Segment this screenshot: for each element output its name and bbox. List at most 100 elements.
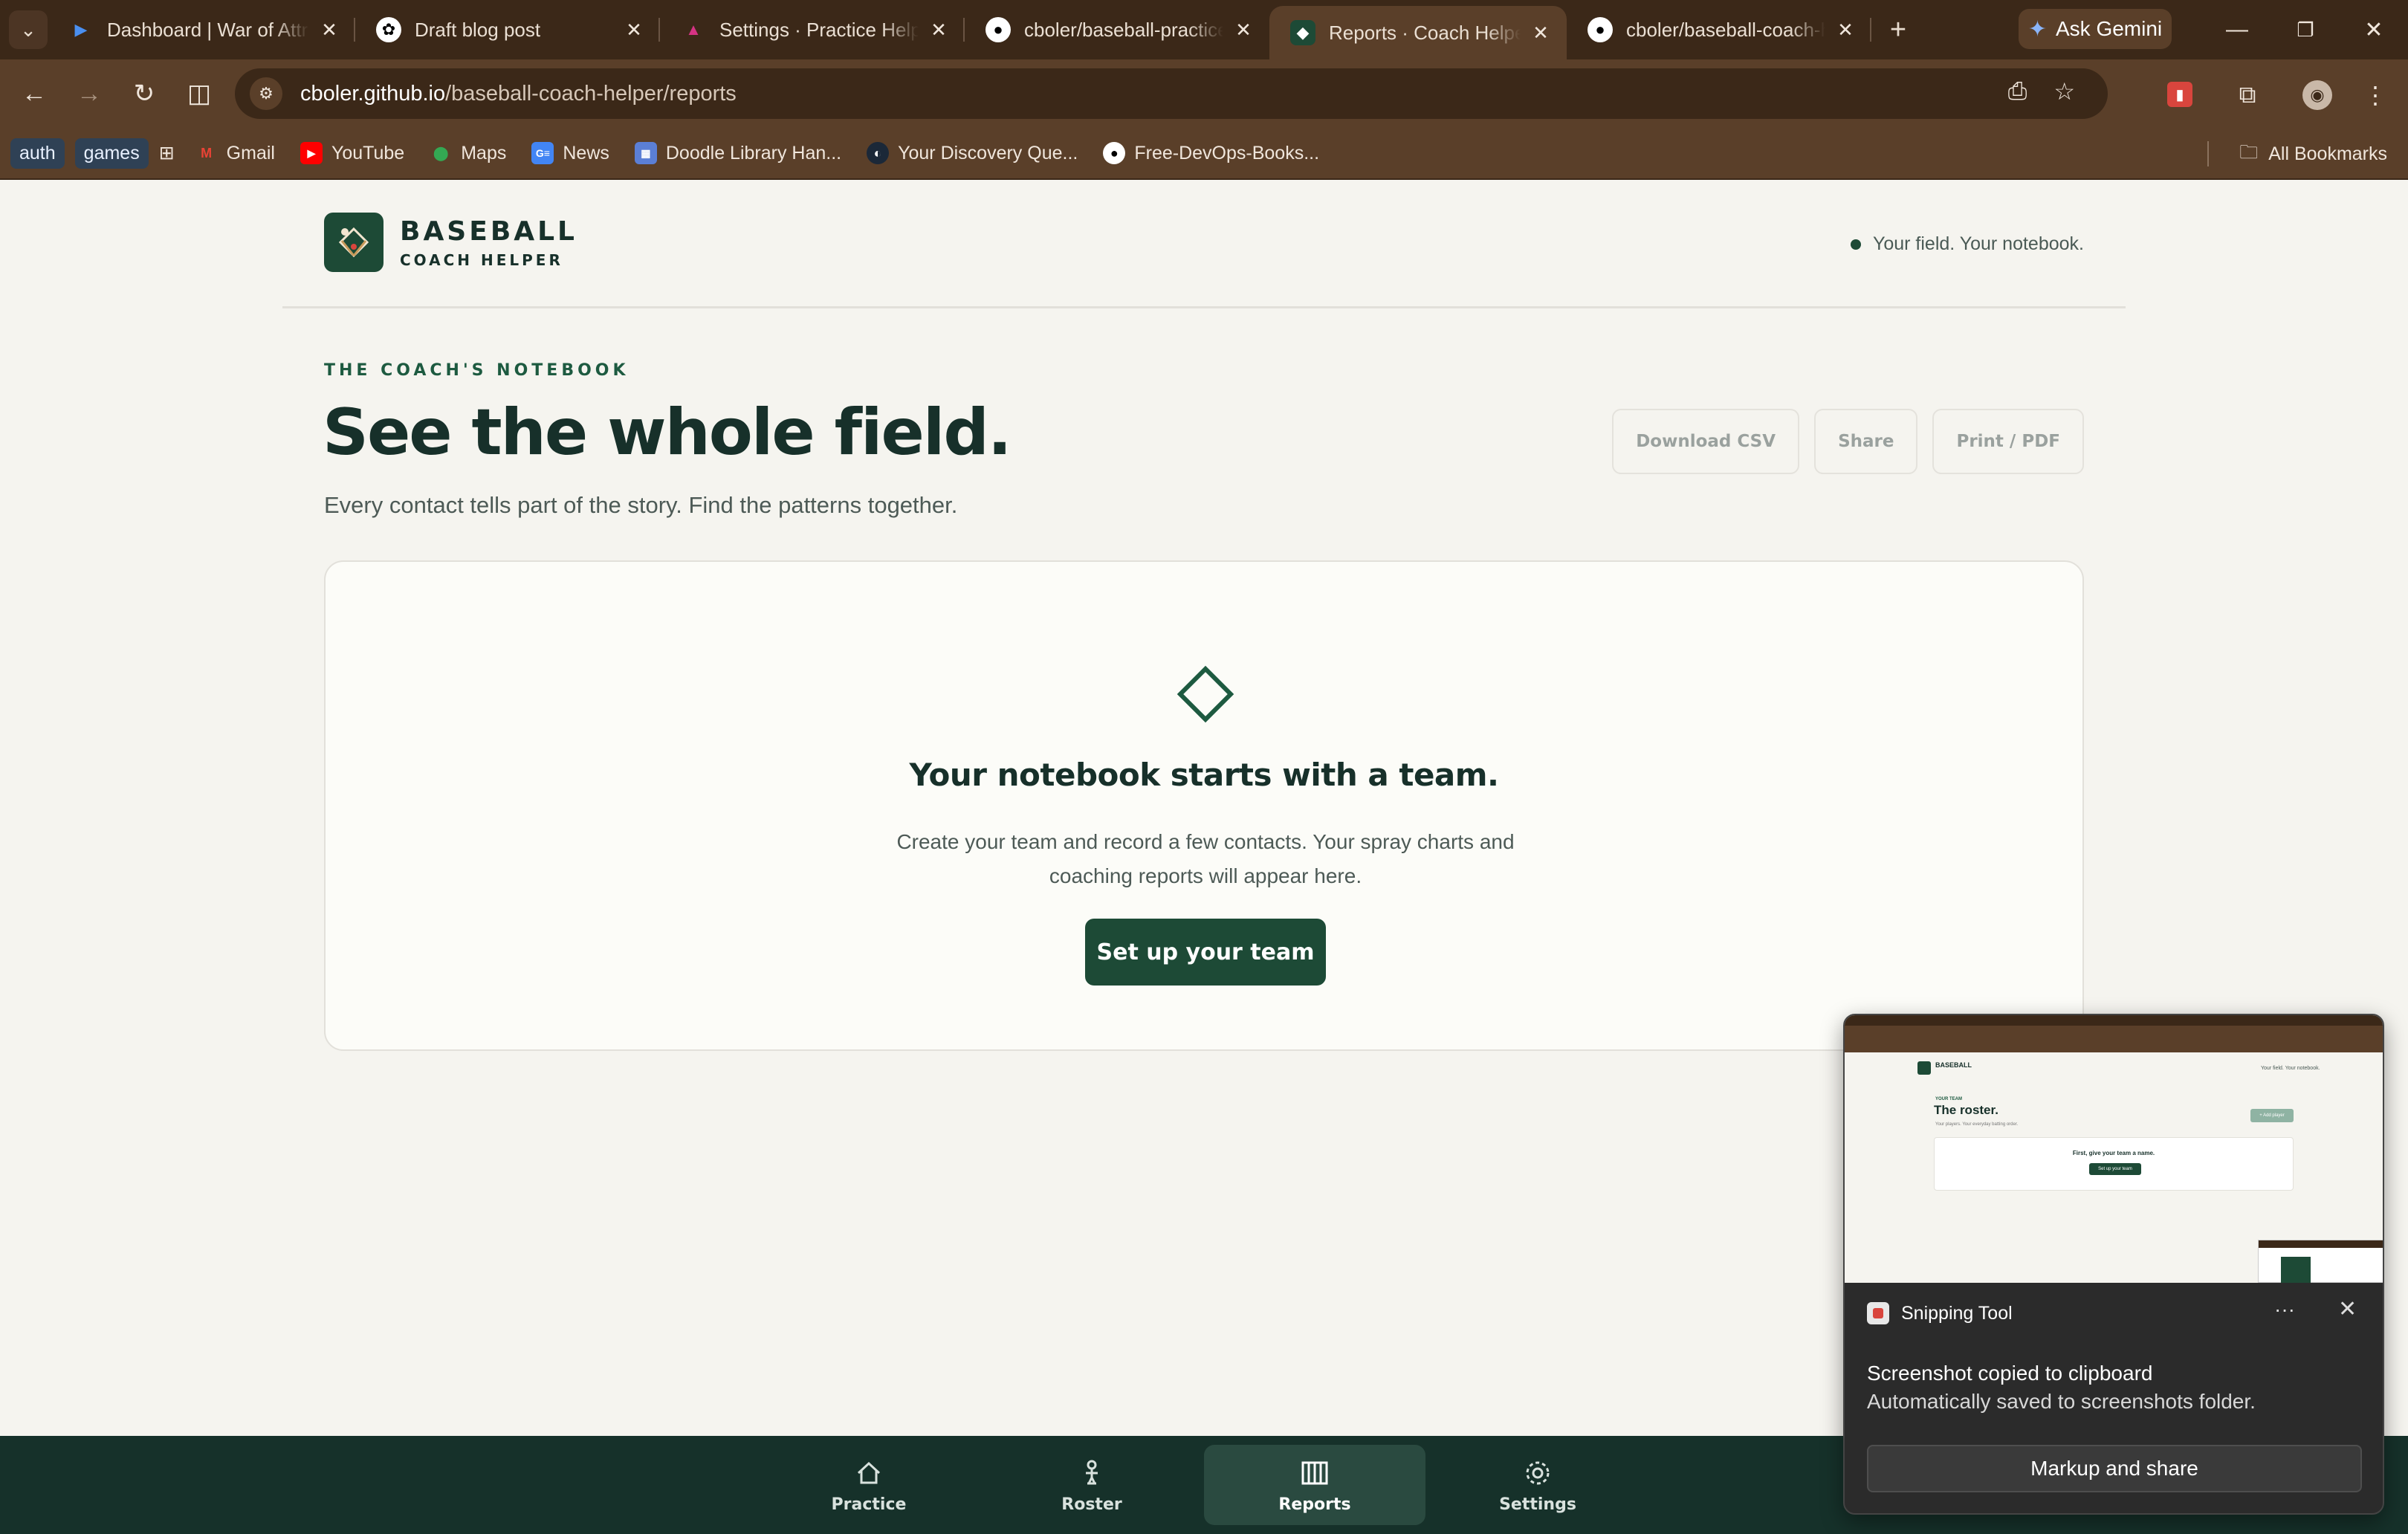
empty-state-body-line: Create your team and record a few contac… [896, 830, 1515, 853]
more-options-icon[interactable]: ··· [2274, 1298, 2295, 1321]
extensions-puzzle-icon[interactable]: ⧉ [2230, 77, 2265, 113]
tab-draft-blog-post[interactable]: ✿ Draft blog post ✕ [355, 0, 660, 59]
nav-settings[interactable]: Settings [1427, 1445, 1648, 1525]
close-icon[interactable]: ✕ [623, 19, 645, 41]
url-host: cboler.github.io [300, 81, 446, 106]
bookmark-folder-auth[interactable]: auth [10, 137, 65, 169]
tab-github-practice-helper[interactable]: ● cboler/baseball-practice-helper ✕ [965, 0, 1269, 59]
thumb-brand: BASEBALL [1935, 1061, 1972, 1069]
menu-kebab-icon[interactable]: ⋮ [2357, 77, 2393, 113]
thumb-headline: The roster. [1934, 1103, 1998, 1117]
bookmark-youtube[interactable]: ▶ YouTube [300, 142, 404, 164]
tab-title: Settings · Practice Helper [719, 18, 919, 41]
tab-reports-coach-helper[interactable]: ◆ Reports · Coach Helper ✕ [1269, 6, 1567, 59]
bookmark-label: News [563, 142, 609, 164]
bookmark-steam[interactable]: ◐ Your Discovery Que... [867, 142, 1078, 164]
screenshot-thumbnail[interactable]: BASEBALL Your field. Your notebook. YOUR… [1845, 1015, 2383, 1283]
nav-practice[interactable]: Practice [758, 1445, 980, 1525]
bookmark-maps[interactable]: ⬤ Maps [430, 142, 506, 164]
brand-text: BASEBALL COACH HELPER [400, 216, 577, 269]
download-csv-button[interactable]: Download CSV [1612, 409, 1800, 474]
eyebrow: THE COACH'S NOTEBOOK [324, 361, 629, 380]
back-button[interactable]: ← [12, 71, 56, 116]
page-title: See the whole field. [323, 395, 1012, 470]
thumb-nested-bar [2259, 1240, 2383, 1248]
close-icon[interactable]: ✕ [1530, 22, 1552, 44]
bookmark-doodle[interactable]: ▦ Doodle Library Han... [634, 142, 842, 164]
close-icon[interactable]: ✕ [928, 19, 950, 41]
snipping-tool-icon [1867, 1302, 1889, 1324]
bookmark-gmail[interactable]: M Gmail [195, 142, 275, 164]
empty-state-title: Your notebook starts with a team. [909, 757, 1499, 793]
thumb-card-button: Set up your team [2089, 1163, 2141, 1175]
bookmark-label: YouTube [331, 142, 405, 164]
bookmarks-divider [2207, 141, 2209, 166]
tab-title: Reports · Coach Helper [1329, 21, 1521, 44]
nav-reports[interactable]: Reports [1204, 1445, 1425, 1525]
address-bar[interactable]: ⚙ cboler.github.io/baseball-coach-helper… [235, 68, 2108, 119]
new-tab-button[interactable]: + [1879, 10, 1917, 49]
angular-icon: ▲ [685, 20, 702, 39]
nav-label: Reports [1278, 1495, 1351, 1514]
tagline: Your field. Your notebook. [1850, 233, 2084, 255]
address-bar-actions: ⎙ ☆ [2008, 77, 2075, 106]
thumb-toolbar [1845, 1026, 2383, 1052]
all-bookmarks-button[interactable]: 🗀 All Bookmarks [2239, 128, 2387, 180]
install-app-icon[interactable]: ⎙ [2008, 77, 2027, 106]
tab-settings-practice-helper[interactable]: ▲ Settings · Practice Helper ✕ [660, 0, 965, 59]
news-icon: G≡ [531, 142, 554, 164]
print-pdf-button[interactable]: Print / PDF [1932, 409, 2084, 474]
reload-button[interactable]: ↻ [122, 71, 166, 116]
close-icon[interactable]: ✕ [2338, 1296, 2357, 1322]
tab-title: Dashboard | War of Attrition [107, 18, 309, 41]
status-dot-icon [1850, 239, 1861, 250]
apps-grid-icon[interactable]: ⊞ [159, 142, 175, 164]
markup-and-share-button[interactable]: Markup and share [1867, 1445, 2362, 1492]
github-icon: ● [985, 17, 1011, 42]
empty-state-card: Your notebook starts with a team. Create… [324, 560, 2084, 1051]
window-close-button[interactable]: ✕ [2340, 0, 2408, 59]
maps-icon: ⬤ [433, 145, 449, 161]
bookmark-folder-games[interactable]: games [74, 137, 149, 169]
home-icon [857, 1461, 881, 1483]
thumb-card: First, give your team a name. Set up you… [1934, 1137, 2294, 1191]
youtube-icon: ▶ [300, 142, 323, 164]
restore-button[interactable]: ❐ [2271, 0, 2340, 59]
forward-button[interactable]: → [67, 71, 111, 116]
close-icon[interactable]: ✕ [1232, 19, 1255, 41]
minimize-button[interactable]: — [2203, 0, 2271, 59]
extension-icon[interactable]: ▮ [2167, 82, 2192, 107]
tab-github-coach-helper[interactable]: ● cboler/baseball-coach-helper ✕ [1567, 0, 1871, 59]
ask-gemini-button[interactable]: ✦ Ask Gemini [2019, 9, 2172, 49]
nav-label: Roster [1061, 1495, 1122, 1514]
bookmark-news[interactable]: G≡ News [531, 142, 609, 164]
thumb-nested-block [2281, 1257, 2311, 1283]
thumb-logo-icon [1917, 1061, 1931, 1075]
share-button[interactable]: Share [1814, 409, 1918, 474]
set-up-team-button[interactable]: Set up your team [1085, 919, 1326, 986]
gmail-icon: M [201, 145, 213, 161]
url-path: /baseball-coach-helper/reports [445, 81, 737, 106]
url-text: cboler.github.io/baseball-coach-helper/r… [300, 82, 737, 106]
brand[interactable]: BASEBALL COACH HELPER [324, 213, 577, 272]
tab-search-button[interactable]: ⌄ [9, 10, 48, 49]
baseball-diamond-logo-icon [324, 213, 383, 272]
close-icon[interactable]: ✕ [1834, 19, 1857, 41]
close-icon[interactable]: ✕ [318, 19, 340, 41]
chevron-logo-icon: ▶ [74, 20, 88, 39]
coach-helper-icon: ◆ [1290, 20, 1315, 45]
bookmark-label: Doodle Library Han... [665, 142, 842, 164]
tab-dashboard[interactable]: ▶ Dashboard | War of Attrition ✕ [48, 0, 355, 59]
thumb-nested-preview [2258, 1240, 2383, 1283]
site-info-icon[interactable]: ⚙ [250, 77, 282, 110]
nav-roster[interactable]: Roster [981, 1445, 1203, 1525]
thumb-add-player: + Add player [2250, 1109, 2294, 1122]
folder-icon: 🗀 [2239, 141, 2259, 163]
all-bookmarks-label: All Bookmarks [2268, 143, 2387, 164]
profile-avatar[interactable]: ◉ [2302, 80, 2332, 110]
bookmark-devops-books[interactable]: ● Free-DevOps-Books... [1103, 142, 1319, 164]
github-icon: ● [1587, 17, 1613, 42]
doodle-icon: ▦ [634, 142, 657, 164]
bookmark-star-icon[interactable]: ☆ [2053, 77, 2075, 106]
split-view-button[interactable]: ◫ [177, 71, 221, 116]
